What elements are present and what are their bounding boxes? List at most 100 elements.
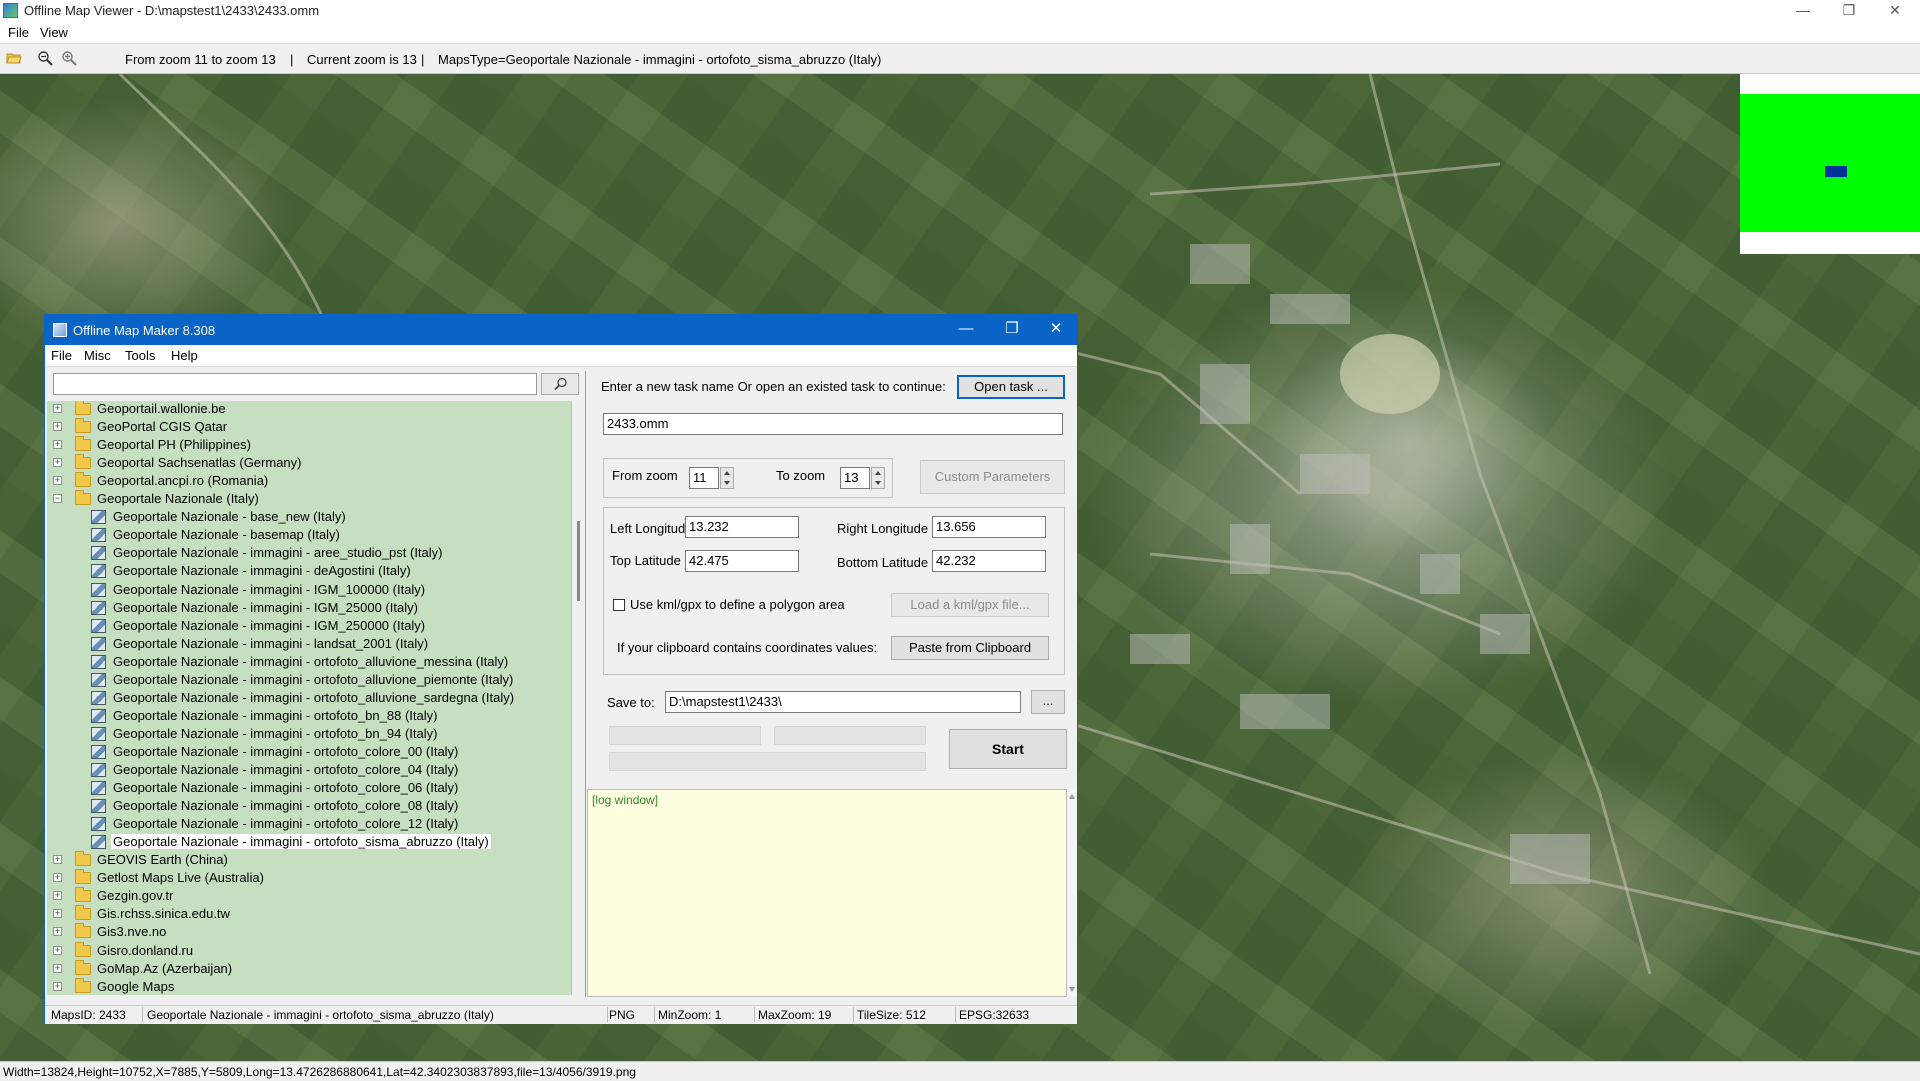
map-icon	[91, 618, 106, 633]
expand-icon[interactable]: +	[53, 404, 62, 413]
left-longitude-input[interactable]: 13.232	[685, 516, 799, 538]
tree-scroll-thumb[interactable]	[577, 521, 580, 601]
close-button[interactable]: ✕	[1872, 0, 1918, 22]
task-name-input[interactable]: 2433.omm	[603, 413, 1063, 435]
collapse-icon[interactable]: −	[53, 494, 62, 504]
right-longitude-input[interactable]: 13.656	[932, 516, 1046, 538]
log-scrollbar[interactable]	[1067, 789, 1077, 997]
dialog-menu-file[interactable]: File	[51, 348, 72, 363]
map-icon	[91, 600, 106, 615]
tree-item-label: Geoportale Nazionale - immagini - ortofo…	[113, 725, 438, 741]
expand-icon[interactable]: +	[53, 873, 62, 883]
map-icon	[91, 564, 106, 579]
paste-from-clipboard-button[interactable]: Paste from Clipboard	[891, 636, 1049, 660]
menu-bar: File View	[0, 22, 1920, 43]
tree-item-label: Geoportal PH (Philippines)	[97, 437, 251, 453]
browse-button[interactable]: ...	[1031, 690, 1065, 714]
expand-icon[interactable]: +	[53, 981, 62, 991]
load-kml-button[interactable]: Load a kml/gpx file...	[891, 593, 1049, 617]
expand-icon[interactable]: +	[53, 963, 62, 973]
folder-icon	[75, 454, 91, 470]
maximize-button[interactable]: ❐	[1826, 0, 1872, 22]
expand-icon[interactable]: +	[53, 891, 62, 901]
tree-item-label: Geoportal Sachsenatlas (Germany)	[97, 455, 302, 471]
expand-icon[interactable]: +	[53, 945, 62, 955]
dialog-minimize-button[interactable]: —	[943, 315, 989, 345]
minimize-button[interactable]: —	[1780, 0, 1826, 22]
tree-item-label: GeoPortal CGIS Qatar	[97, 419, 228, 435]
folder-icon	[75, 851, 91, 867]
dialog-titlebar: Offline Map Maker 8.308 — ❐ ✕	[45, 315, 1077, 345]
progress-bar-2	[774, 726, 926, 745]
expand-icon[interactable]: +	[53, 476, 62, 486]
status-separator	[853, 1007, 854, 1022]
map-search-input[interactable]	[53, 373, 537, 395]
current-zoom-text: Current zoom is 13	[307, 52, 417, 67]
right-longitude-label: Right Longitude	[837, 521, 929, 536]
log-window[interactable]: [log window]	[587, 789, 1067, 997]
to-zoom-spinner[interactable]	[871, 467, 885, 489]
from-zoom-spinner[interactable]	[720, 467, 734, 489]
overview-viewport-marker[interactable]	[1825, 166, 1847, 177]
folder-icon	[75, 418, 91, 434]
menu-view[interactable]: View	[40, 25, 68, 40]
search-icon	[554, 377, 567, 391]
expand-icon[interactable]: +	[53, 855, 62, 865]
map-source-tree[interactable]: + Geoportail.wallonie.be + GeoPortal CGIS Q…	[47, 401, 572, 995]
toolbar-separator: |	[421, 52, 425, 67]
start-button[interactable]: Start	[949, 729, 1067, 769]
menu-file[interactable]: File	[8, 25, 29, 40]
folder-icon	[75, 941, 91, 957]
zoom-range-text: From zoom 11 to zoom 13	[125, 52, 276, 67]
tree-item-label: Gezgin.gov.tr	[97, 888, 174, 904]
expand-icon[interactable]: +	[53, 909, 62, 919]
overview-map[interactable]	[1740, 74, 1920, 254]
folder-icon	[75, 472, 91, 488]
expand-icon[interactable]: +	[53, 422, 62, 432]
tree-item-label: Geoportale Nazionale - basemap (Italy)	[113, 527, 340, 543]
zoom-out-icon[interactable]	[37, 50, 53, 66]
dialog-menu-tools[interactable]: Tools	[125, 348, 155, 363]
toolbar: From zoom 11 to zoom 13 | Current zoom i…	[0, 43, 1920, 74]
zoom-in-icon[interactable]	[61, 50, 77, 66]
dialog-menu-help[interactable]: Help	[171, 348, 198, 363]
epsg-text: EPSG:32633	[959, 1008, 1030, 1022]
folder-icon	[75, 401, 91, 415]
map-icon	[91, 781, 106, 796]
open-task-button[interactable]: Open task ...	[957, 375, 1065, 399]
top-latitude-input[interactable]: 42.475	[685, 550, 799, 572]
tree-scrollbar[interactable]	[573, 401, 585, 995]
tree-item-label: Geoportale Nazionale - immagini - ortofo…	[113, 653, 509, 669]
expand-icon[interactable]: +	[53, 927, 62, 937]
expand-icon[interactable]: +	[53, 440, 62, 450]
map-icon	[91, 763, 106, 777]
custom-parameters-button[interactable]: Custom Parameters	[920, 460, 1065, 494]
map-icon	[91, 636, 106, 651]
to-zoom-input[interactable]: 13	[840, 467, 870, 489]
from-zoom-input[interactable]: 11	[689, 467, 719, 489]
tree-item-label: GEOVIS Earth (China)	[97, 852, 228, 868]
left-longitude-label: Left Longitude	[610, 521, 693, 536]
tree-item-label: Geoportale Nazionale - immagini - IGM_25…	[113, 599, 418, 615]
save-path-input[interactable]: D:\mapstest1\2433\	[665, 691, 1021, 713]
app-icon	[3, 3, 18, 18]
use-kml-checkbox[interactable]	[613, 599, 625, 611]
expand-icon[interactable]: +	[53, 458, 62, 468]
status-separator	[754, 1007, 755, 1022]
map-icon	[91, 528, 106, 543]
bottom-latitude-input[interactable]: 42.232	[932, 550, 1046, 572]
offline-map-maker-dialog: Offline Map Maker 8.308 — ❐ ✕ File Misc …	[44, 314, 1078, 1024]
dialog-close-button[interactable]: ✕	[1033, 315, 1079, 345]
tree-item-label: Geoportale Nazionale - immagini - IGM_25…	[113, 617, 426, 633]
status-separator	[654, 1007, 655, 1022]
dialog-maximize-button[interactable]: ❐	[989, 315, 1035, 345]
tree-item-label: Geoportail.wallonie.be	[97, 401, 226, 416]
search-button[interactable]	[541, 373, 579, 395]
tree-item-label: Geoportale Nazionale (Italy)	[97, 491, 259, 507]
status-separator	[955, 1007, 956, 1022]
tree-item-label: GoMap.Az (Azerbaijan)	[97, 960, 233, 976]
window-titlebar: Offline Map Viewer - D:\mapstest1\2433\2…	[0, 0, 1920, 22]
dialog-menu-misc[interactable]: Misc	[84, 348, 111, 363]
open-folder-icon[interactable]	[6, 50, 22, 66]
window-title: Offline Map Viewer - D:\mapstest1\2433\2…	[24, 3, 320, 18]
